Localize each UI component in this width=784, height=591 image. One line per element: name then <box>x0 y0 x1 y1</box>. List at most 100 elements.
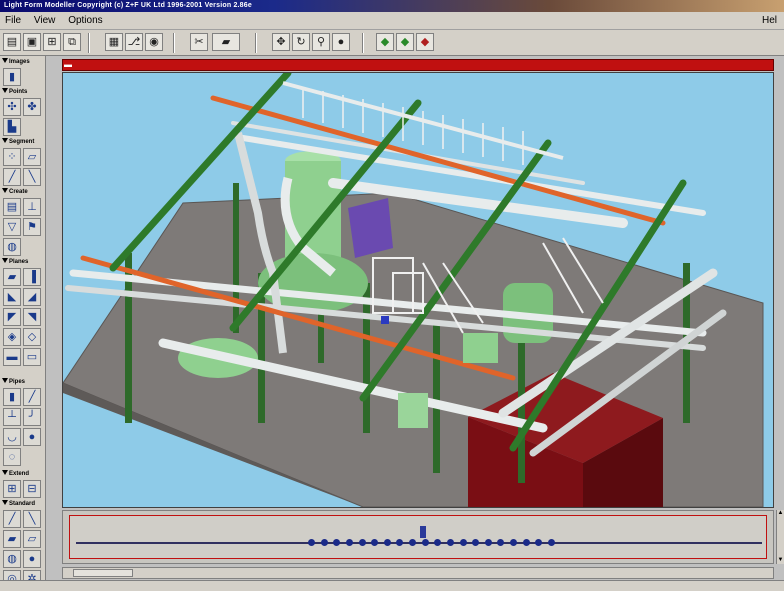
menu-file[interactable]: File <box>0 12 26 30</box>
rotate-icon[interactable]: ↻ <box>292 33 310 51</box>
globe-icon[interactable]: ◉ <box>145 33 163 51</box>
pipe-tee-icon[interactable]: ┴ <box>3 408 21 426</box>
plane-tool-4-icon[interactable]: ▭ <box>23 348 41 366</box>
section-create[interactable]: Create <box>2 188 46 197</box>
zoom-icon[interactable]: ⚲ <box>312 33 330 51</box>
pipe-loop-icon[interactable]: ◌ <box>3 448 21 466</box>
keyframe-dot[interactable] <box>396 539 404 546</box>
segment-line-2-icon[interactable]: ╲ <box>23 168 41 186</box>
create-cylinder-icon[interactable]: ◍ <box>3 238 21 256</box>
image-tool-icon[interactable]: ▮ <box>3 68 21 86</box>
scroll-down-icon[interactable]: ▼ <box>777 557 784 564</box>
keyframe-dot[interactable] <box>371 539 379 546</box>
tree-icon[interactable]: ⎇ <box>125 33 143 51</box>
keyframe-dot[interactable] <box>308 539 315 546</box>
timeline-scrollbar[interactable]: ▲ ▼ <box>776 510 784 564</box>
move-icon[interactable]: ✥ <box>272 33 290 51</box>
pump-base <box>398 393 428 428</box>
section-images[interactable]: Images <box>2 58 46 67</box>
keyframe-dot[interactable] <box>446 539 454 546</box>
keyframe-dot[interactable] <box>472 539 480 546</box>
plane-corner-icon[interactable]: ◤ <box>3 308 21 326</box>
grid-icon[interactable]: ▦ <box>105 33 123 51</box>
pipe-diagonal-icon[interactable]: ╱ <box>23 388 41 406</box>
plane-icon[interactable]: ▰ <box>212 33 240 51</box>
section-planes[interactable]: Planes <box>2 258 46 267</box>
segment-plane-icon[interactable]: ▱ <box>23 148 41 166</box>
viewport-menu-icon[interactable]: ▬ <box>64 60 72 69</box>
menu-help[interactable]: Hel <box>757 12 782 30</box>
column <box>233 183 239 333</box>
keyframe-dot[interactable] <box>459 539 467 546</box>
standard-cylinder-icon[interactable]: ◍ <box>3 550 21 568</box>
standard-beam-2-icon[interactable]: ╲ <box>23 510 41 528</box>
keyframe-dot[interactable] <box>510 539 518 546</box>
keyframe-dot[interactable] <box>484 539 492 546</box>
render2-icon[interactable]: ◆ <box>396 33 414 51</box>
keyframe-dot[interactable] <box>522 539 530 546</box>
menu-view[interactable]: View <box>29 12 61 30</box>
keyframe-dot[interactable] <box>358 539 366 546</box>
keyframe-dot[interactable] <box>497 539 505 546</box>
section-segment[interactable]: Segment <box>2 138 46 147</box>
keyframe-dot[interactable] <box>434 539 442 546</box>
segment-line-icon[interactable]: ╱ <box>3 168 21 186</box>
render3-icon[interactable]: ◆ <box>416 33 434 51</box>
plane-flat-icon[interactable]: ▰ <box>3 268 21 286</box>
standard-sphere-icon[interactable]: ● <box>23 550 41 568</box>
new-icon[interactable]: ▤ <box>3 33 21 51</box>
scroll-up-icon[interactable]: ▲ <box>777 510 784 517</box>
create-box-icon[interactable]: ▤ <box>3 198 21 216</box>
plane-tool-2-icon[interactable]: ◇ <box>23 328 41 346</box>
section-points[interactable]: Points <box>2 88 46 97</box>
create-cone-icon[interactable]: ▽ <box>3 218 21 236</box>
timeline-playhead[interactable] <box>420 526 426 538</box>
plane-corner-2-icon[interactable]: ◥ <box>23 308 41 326</box>
point-tool-icon[interactable]: ✣ <box>3 98 21 116</box>
create-align-icon[interactable]: ⊥ <box>23 198 41 216</box>
title-bar: Light Form Modeller Copyright (c) Z+F UK… <box>0 0 784 12</box>
plane-tool-3-icon[interactable]: ▬ <box>3 348 21 366</box>
keyframe-dot[interactable] <box>320 539 328 546</box>
keyframe-dot[interactable] <box>409 539 417 546</box>
segment-tool-icon[interactable]: ⁘ <box>3 148 21 166</box>
plane-tilt-2-icon[interactable]: ◢ <box>23 288 41 306</box>
extend-tool-2-icon[interactable]: ⊟ <box>23 480 41 498</box>
scissors-icon[interactable]: ✂ <box>190 33 208 51</box>
point-tool-2-icon[interactable]: ✤ <box>23 98 41 116</box>
menu-options[interactable]: Options <box>63 12 107 30</box>
plane-tool-icon[interactable]: ◈ <box>3 328 21 346</box>
pipe-bend-icon[interactable]: ◡ <box>3 428 21 446</box>
plane-beam-icon[interactable]: ▐ <box>23 268 41 286</box>
pipe-cap-icon[interactable]: ● <box>23 428 41 446</box>
create-flag-icon[interactable]: ⚑ <box>23 218 41 236</box>
standard-block-icon[interactable]: ▰ <box>3 530 21 548</box>
pipe-vertical-icon[interactable]: ▮ <box>3 388 21 406</box>
extend-tool-icon[interactable]: ⊞ <box>3 480 21 498</box>
horizontal-scrollbar[interactable] <box>62 567 774 579</box>
pipe-elbow-icon[interactable]: ╯ <box>23 408 41 426</box>
section-extend[interactable]: Extend <box>2 470 46 479</box>
section-standard[interactable]: Standard <box>2 500 46 509</box>
keyframe-dot[interactable] <box>421 539 429 546</box>
point-tool-3-icon[interactable]: ▙ <box>3 118 21 136</box>
timeline-track[interactable] <box>76 539 762 546</box>
section-pipes[interactable]: Pipes <box>2 378 46 387</box>
save-icon[interactable]: ▣ <box>23 33 41 51</box>
keyframe-dot[interactable] <box>345 539 353 546</box>
plane-tilt-icon[interactable]: ◣ <box>3 288 21 306</box>
print-icon[interactable]: ⊞ <box>43 33 61 51</box>
standard-block-2-icon[interactable]: ▱ <box>23 530 41 548</box>
plant-model-render[interactable] <box>63 73 773 507</box>
sphere-icon[interactable]: ● <box>332 33 350 51</box>
keyframe-dot[interactable] <box>383 539 391 546</box>
scroll-thumb[interactable] <box>73 569 133 577</box>
keyframe-dot[interactable] <box>333 539 341 546</box>
keyframe-dot[interactable] <box>535 539 543 546</box>
render-icon[interactable]: ◆ <box>376 33 394 51</box>
standard-beam-icon[interactable]: ╱ <box>3 510 21 528</box>
tool-palette: Images ▮ Points ✣ ✤ ▙ Segment ⁘ ▱ ╱ ╲ Cr… <box>0 56 46 591</box>
keyframe-dot[interactable] <box>548 539 555 546</box>
3d-viewport[interactable] <box>62 72 774 508</box>
book-icon[interactable]: ⧉ <box>63 33 81 51</box>
